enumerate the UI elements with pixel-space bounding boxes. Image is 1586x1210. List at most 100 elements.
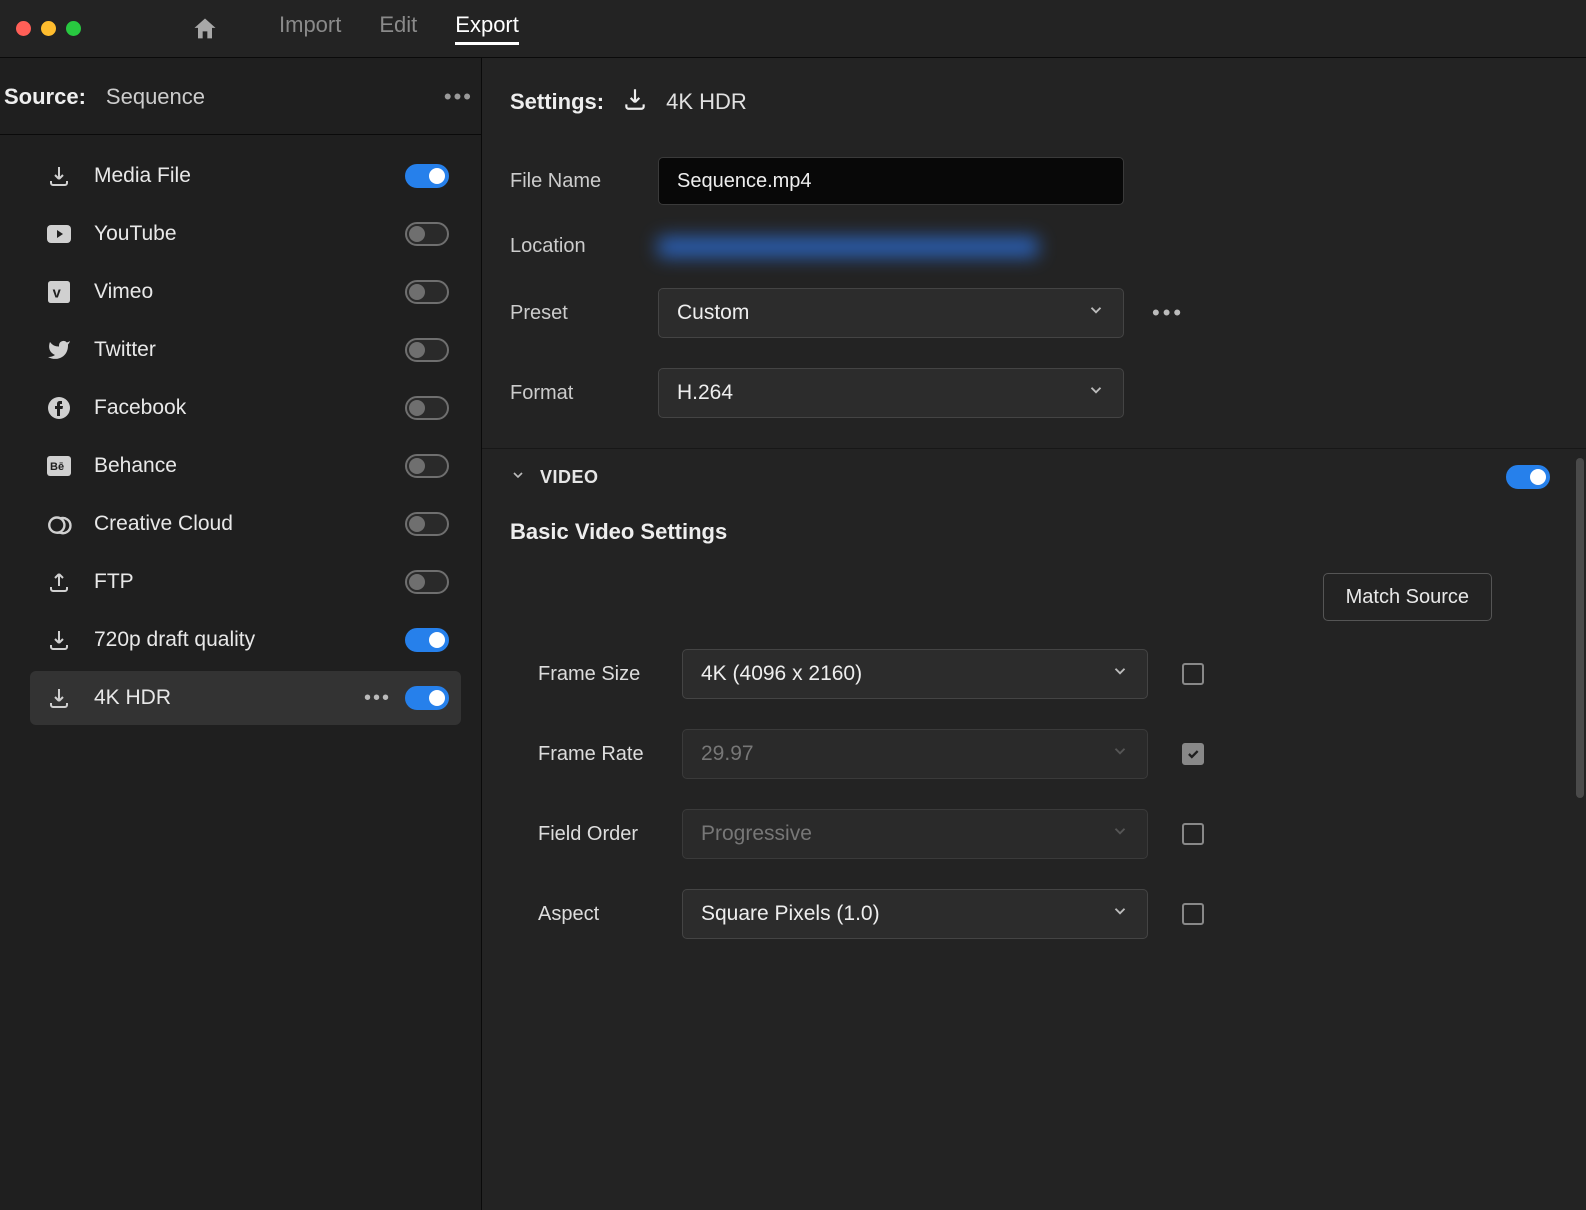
sidebar: Source: Sequence ••• Media File YouTube xyxy=(0,58,482,1210)
minimize-window-button[interactable] xyxy=(41,21,56,36)
toggle-720p[interactable] xyxy=(405,628,449,652)
facebook-icon xyxy=(42,396,76,420)
file-name-label: File Name xyxy=(510,170,658,193)
source-value[interactable]: Sequence xyxy=(106,84,205,110)
field-order-lock-checkbox[interactable] xyxy=(1182,823,1204,845)
preset-select[interactable]: Custom xyxy=(658,288,1124,338)
chevron-down-icon xyxy=(510,467,526,488)
download-icon xyxy=(42,164,76,188)
source-row: Source: Sequence ••• xyxy=(0,84,481,134)
dest-label: YouTube xyxy=(94,222,177,246)
source-more-icon[interactable]: ••• xyxy=(444,84,473,110)
download-icon xyxy=(42,686,76,710)
main-panel: Settings: 4K HDR File Name Location Pres… xyxy=(482,58,1586,1210)
scrollbar[interactable] xyxy=(1576,458,1584,798)
format-label: Format xyxy=(510,382,658,405)
field-order-value: Progressive xyxy=(701,822,812,846)
dest-label: Behance xyxy=(94,454,177,478)
settings-header: Settings: 4K HDR xyxy=(510,86,1550,117)
youtube-icon xyxy=(42,224,76,244)
aspect-select[interactable]: Square Pixels (1.0) xyxy=(682,889,1148,939)
nav-export[interactable]: Export xyxy=(455,12,519,45)
svg-text:Bē: Bē xyxy=(50,461,64,473)
close-window-button[interactable] xyxy=(16,21,31,36)
top-nav: Import Edit Export xyxy=(279,12,519,45)
toggle-media-file[interactable] xyxy=(405,164,449,188)
toggle-vimeo[interactable] xyxy=(405,280,449,304)
chevron-down-icon xyxy=(1087,301,1105,325)
chevron-down-icon xyxy=(1111,822,1129,846)
dest-label: 720p draft quality xyxy=(94,628,255,652)
dest-more-icon[interactable]: ••• xyxy=(364,687,391,710)
dest-ftp[interactable]: FTP xyxy=(30,555,461,609)
behance-icon: Bē xyxy=(42,456,76,476)
file-name-row: File Name xyxy=(510,157,1550,205)
dest-label: Vimeo xyxy=(94,280,153,304)
toggle-ftp[interactable] xyxy=(405,570,449,594)
video-section-title: VIDEO xyxy=(540,467,599,488)
basic-video-settings-title: Basic Video Settings xyxy=(510,519,1550,545)
titlebar: Import Edit Export xyxy=(0,0,1586,58)
location-row: Location xyxy=(510,235,1550,258)
frame-size-row: Frame Size 4K (4096 x 2160) xyxy=(510,649,1550,699)
chevron-down-icon xyxy=(1111,902,1129,926)
video-section-header[interactable]: VIDEO xyxy=(510,465,1550,489)
toggle-facebook[interactable] xyxy=(405,396,449,420)
chevron-down-icon xyxy=(1111,742,1129,766)
dest-label: Facebook xyxy=(94,396,186,420)
dest-4k-hdr[interactable]: 4K HDR ••• xyxy=(30,671,461,725)
dest-creative-cloud[interactable]: Creative Cloud xyxy=(30,497,461,551)
preset-more-icon[interactable]: ••• xyxy=(1152,300,1184,326)
toggle-youtube[interactable] xyxy=(405,222,449,246)
frame-rate-value: 29.97 xyxy=(701,742,754,766)
frame-rate-row: Frame Rate 29.97 xyxy=(510,729,1550,779)
file-name-input[interactable] xyxy=(658,157,1124,205)
format-row: Format H.264 xyxy=(510,368,1550,418)
location-label: Location xyxy=(510,235,658,258)
dest-label: Creative Cloud xyxy=(94,512,233,536)
frame-rate-label: Frame Rate xyxy=(538,743,682,766)
svg-text:v: v xyxy=(53,286,62,302)
upload-icon xyxy=(42,570,76,594)
dest-label: 4K HDR xyxy=(94,686,171,710)
dest-media-file[interactable]: Media File xyxy=(30,149,461,203)
preset-label: Preset xyxy=(510,302,658,325)
nav-edit[interactable]: Edit xyxy=(379,12,417,45)
frame-size-lock-checkbox[interactable] xyxy=(1182,663,1204,685)
toggle-4k-hdr[interactable] xyxy=(405,686,449,710)
field-order-row: Field Order Progressive xyxy=(510,809,1550,859)
dest-vimeo[interactable]: v Vimeo xyxy=(30,265,461,319)
settings-label: Settings: xyxy=(510,89,604,115)
divider xyxy=(482,448,1586,449)
dest-behance[interactable]: Bē Behance xyxy=(30,439,461,493)
frame-rate-select: 29.97 xyxy=(682,729,1148,779)
download-icon xyxy=(622,86,648,117)
dest-720p-draft[interactable]: 720p draft quality xyxy=(30,613,461,667)
dest-label: Media File xyxy=(94,164,191,188)
toggle-creative-cloud[interactable] xyxy=(405,512,449,536)
frame-size-label: Frame Size xyxy=(538,663,682,686)
dest-twitter[interactable]: Twitter xyxy=(30,323,461,377)
toggle-behance[interactable] xyxy=(405,454,449,478)
field-order-select: Progressive xyxy=(682,809,1148,859)
maximize-window-button[interactable] xyxy=(66,21,81,36)
match-source-row: Match Source xyxy=(510,573,1550,621)
format-select[interactable]: H.264 xyxy=(658,368,1124,418)
toggle-video-section[interactable] xyxy=(1506,465,1550,489)
aspect-label: Aspect xyxy=(538,903,682,926)
location-value-redacted[interactable] xyxy=(658,237,1038,257)
chevron-down-icon xyxy=(1111,662,1129,686)
dest-youtube[interactable]: YouTube xyxy=(30,207,461,261)
dest-facebook[interactable]: Facebook xyxy=(30,381,461,435)
frame-size-value: 4K (4096 x 2160) xyxy=(701,662,862,686)
frame-size-select[interactable]: 4K (4096 x 2160) xyxy=(682,649,1148,699)
frame-rate-lock-checkbox[interactable] xyxy=(1182,743,1204,765)
home-icon[interactable] xyxy=(191,15,219,43)
aspect-value: Square Pixels (1.0) xyxy=(701,902,880,926)
toggle-twitter[interactable] xyxy=(405,338,449,362)
content: Source: Sequence ••• Media File YouTube xyxy=(0,58,1586,1210)
match-source-button[interactable]: Match Source xyxy=(1323,573,1492,621)
dest-label: FTP xyxy=(94,570,134,594)
nav-import[interactable]: Import xyxy=(279,12,341,45)
aspect-lock-checkbox[interactable] xyxy=(1182,903,1204,925)
